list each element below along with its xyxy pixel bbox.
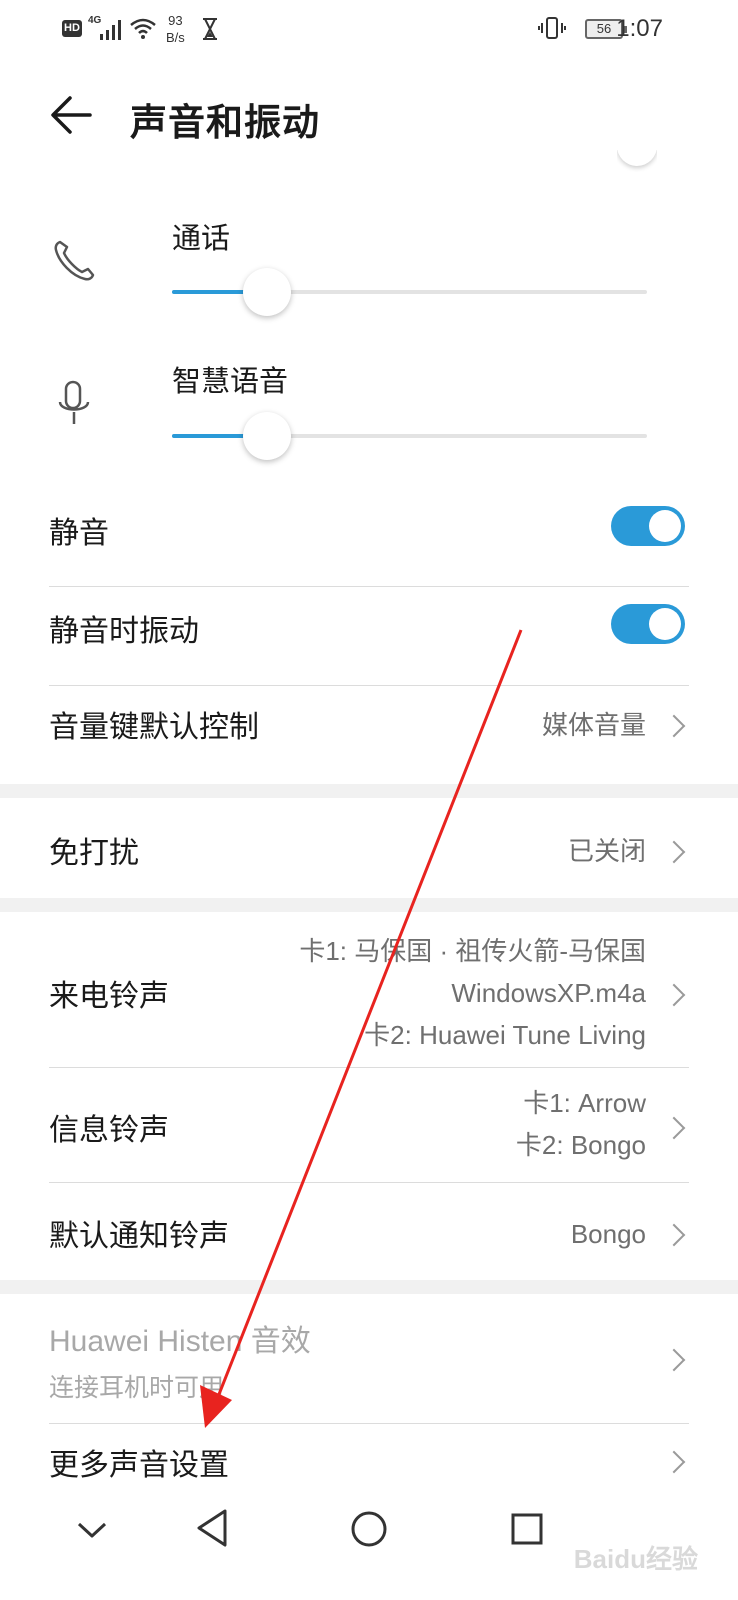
smart-voice-knob[interactable] [243,412,291,460]
ringtone-value: 卡1: 马保国 · 祖传火箭-马保国 WindowsXP.m4a 卡2: Hua… [299,930,646,1056]
vibrate-on-mute-label: 静音时振动 [49,614,199,649]
speed-unit: B/s [166,30,185,45]
more-sound-settings-label: 更多声音设置 [49,1448,229,1483]
histen-label: Huawei Histen 音效 [49,1325,311,1358]
message-tone-row[interactable]: 信息铃声 卡1: Arrow 卡2: Bongo [0,1068,738,1181]
notification-tone-row[interactable]: 默认通知铃声 Bongo [0,1183,738,1279]
message-tone-value: 卡1: Arrow 卡2: Bongo [516,1082,646,1166]
toggle-knob [649,510,681,542]
mute-label: 静音 [49,516,109,551]
speed-value: 93 [168,13,183,28]
clock: 1:07 [616,15,663,42]
wifi-icon [130,18,156,39]
message-tone-label: 信息铃声 [49,1113,169,1148]
back-arrow-icon[interactable] [50,95,94,135]
ringtone-sim1-file: WindowsXP.m4a [451,978,646,1008]
dnd-row[interactable]: 免打扰 已关闭 [0,800,738,896]
vibrate-on-mute-toggle[interactable] [611,604,685,644]
chevron-right-icon [662,983,686,1007]
phone-icon [54,240,95,281]
nav-recents-icon[interactable] [510,1512,544,1546]
message-tone-sim1: 卡1: Arrow [523,1088,646,1118]
slider-label-smart-voice: 智慧语音 [172,364,289,398]
notification-tone-value: Bongo [570,1219,646,1249]
chevron-right-icon [662,840,686,864]
histen-subtitle: 连接耳机时可用 [49,1373,225,1402]
volume-key-value: 媒体音量 [541,710,646,740]
scrolled-knob-edge [617,150,657,172]
slider-label-call: 通话 [172,221,231,255]
microphone-icon [58,380,90,424]
chevron-right-icon [662,1450,686,1474]
mute-toggle[interactable] [611,506,685,546]
histen-row[interactable]: Huawei Histen 音效 连接耳机时可用 [0,1296,738,1422]
chevron-right-icon [662,1223,686,1247]
divider [49,586,689,587]
status-bar: HD 4G 93 B/s 56 1:07 [0,0,738,58]
section-gap [0,898,738,912]
volume-key-label: 音量键默认控制 [49,710,259,745]
call-volume-knob[interactable] [243,268,291,316]
vibrate-icon [538,17,566,39]
call-volume-slider[interactable] [172,268,647,316]
smart-voice-slider[interactable] [172,412,647,460]
nav-home-icon[interactable] [350,1510,388,1548]
dnd-label: 免打扰 [49,836,139,871]
watermark: Baidu经验 [573,1544,698,1574]
chevron-right-icon [662,714,686,738]
ringtone-sim1: 卡1: 马保国 · 祖传火箭-马保国 [299,936,646,966]
section-gap [0,784,738,798]
nav-back-icon[interactable] [195,1508,229,1548]
chevron-right-icon [662,1116,686,1140]
signal-icon [100,20,121,40]
message-tone-sim2: 卡2: Bongo [515,1130,646,1160]
volume-key-row[interactable]: 音量键默认控制 媒体音量 [0,686,738,782]
notification-tone-label: 默认通知铃声 [49,1219,229,1254]
dnd-value: 已关闭 [567,836,646,866]
hourglass-icon [203,18,217,40]
hd-icon: HD [62,20,82,37]
ringtone-row[interactable]: 来电铃声 卡1: 马保国 · 祖传火箭-马保国 WindowsXP.m4a 卡2… [0,914,738,1066]
navigation-bar: Baidu经验 [0,1490,738,1600]
page-title: 声音和振动 [130,101,320,144]
ringtone-label: 来电铃声 [49,979,169,1014]
network-speed: 93 B/s [166,12,185,46]
section-gap [0,1280,738,1294]
toggle-knob [649,608,681,640]
collapse-chevron-icon[interactable] [76,1520,108,1540]
ringtone-sim2: 卡2: Huawei Tune Living [364,1020,646,1050]
chevron-right-icon [662,1348,686,1372]
more-sound-settings-row[interactable]: 更多声音设置 [0,1424,738,1490]
